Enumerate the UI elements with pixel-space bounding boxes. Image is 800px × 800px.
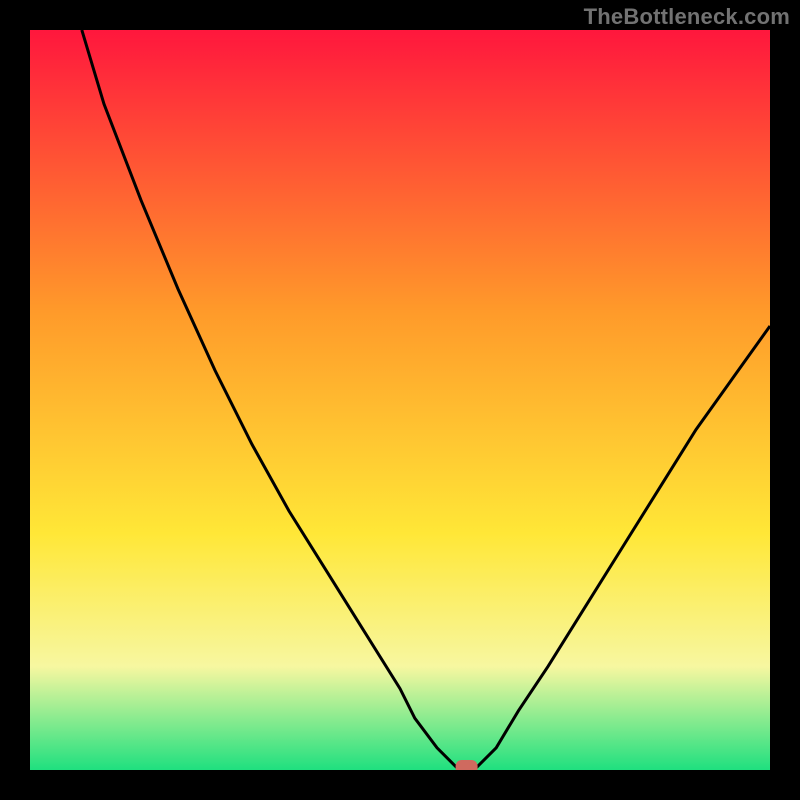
- optimal-point-marker: [456, 760, 478, 770]
- plot-area: [30, 30, 770, 770]
- gradient-background: [30, 30, 770, 770]
- bottleneck-chart: [30, 30, 770, 770]
- chart-frame: TheBottleneck.com: [0, 0, 800, 800]
- watermark-text: TheBottleneck.com: [584, 4, 790, 30]
